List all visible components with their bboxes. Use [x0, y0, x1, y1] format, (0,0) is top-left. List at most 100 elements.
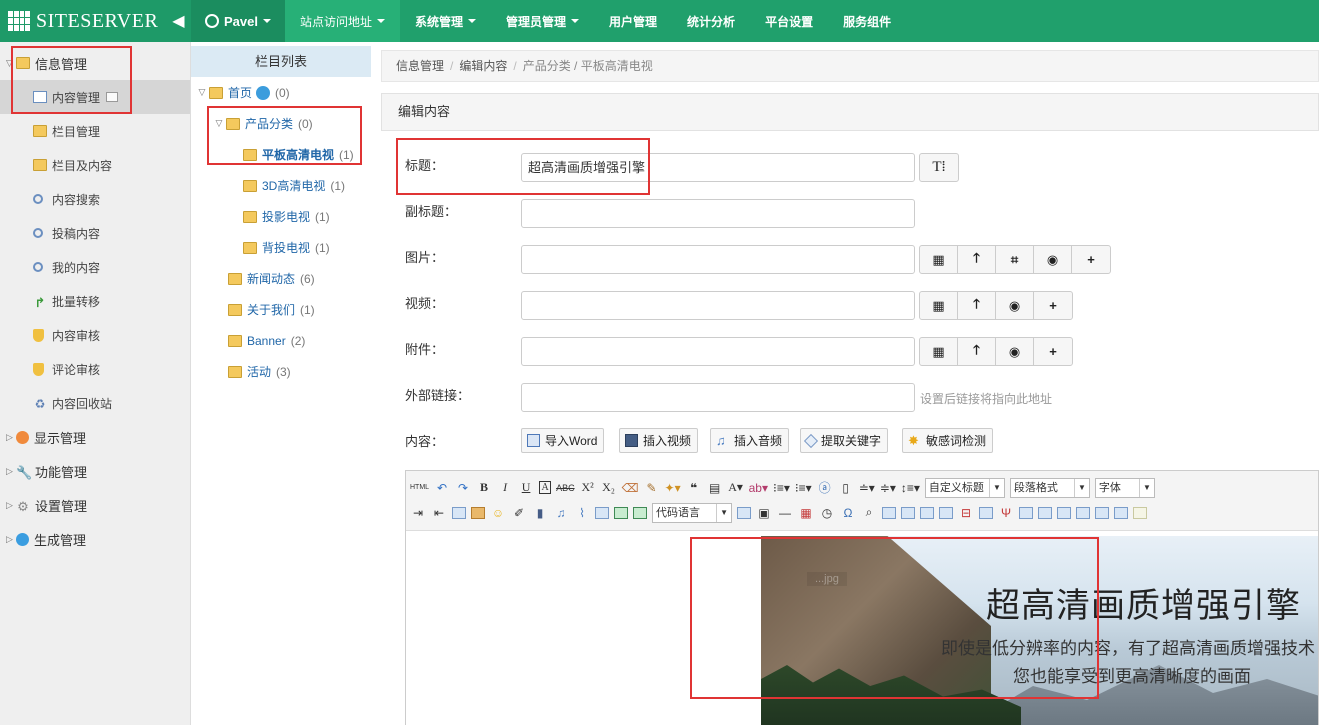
merge-down-icon[interactable] [1057, 506, 1071, 519]
blockquote-icon[interactable]: ❝ [686, 481, 702, 495]
eye-icon[interactable]: ◉ [1034, 246, 1072, 273]
logo[interactable]: SITESERVER ◀ [0, 0, 191, 42]
line-height-icon[interactable]: ↕≡▾ [901, 481, 920, 495]
nav-system[interactable]: 系统管理 [400, 0, 491, 42]
insert-audio-button[interactable]: ♫ 插入音频 [710, 428, 790, 453]
video-icon[interactable]: ▮ [532, 506, 548, 520]
chevron-down-icon[interactable]: ▽ [195, 87, 209, 98]
search-replace-icon[interactable]: ⌕ [861, 505, 877, 520]
attachment-input[interactable] [521, 337, 915, 366]
sidebar-group-function[interactable]: ▷ 🔧 功能管理 [0, 454, 190, 488]
nav-stats[interactable]: 统计分析 [672, 0, 750, 42]
delete-row-icon[interactable]: ⊟ [958, 506, 974, 520]
print-icon[interactable] [1133, 506, 1147, 519]
sidebar-item-recycle[interactable]: ♻ 内容回收站 [0, 386, 190, 420]
highlight-icon[interactable]: ab▾ [749, 481, 768, 495]
custom-title-select[interactable]: 自定义标题 ▼ [924, 477, 1005, 498]
chevron-down-icon[interactable]: ▽ [212, 118, 226, 129]
tree-node-banner[interactable]: Banner (2) [191, 325, 371, 356]
code-language-select[interactable]: 代码语言 ▼ [652, 502, 732, 523]
superscript-icon[interactable]: X² [580, 480, 596, 495]
plus-icon[interactable]: + [1034, 292, 1072, 319]
grid-icon[interactable]: ▦ [920, 246, 958, 273]
eye-icon[interactable]: ◉ [996, 292, 1034, 319]
nav-admins[interactable]: 管理员管理 [491, 0, 594, 42]
tree-node-3d-tv[interactable]: 3D高清电视 (1) [191, 170, 371, 201]
plus-icon[interactable]: + [1072, 246, 1110, 273]
undo-icon[interactable]: ↶ [434, 481, 450, 495]
upload-icon[interactable]: 🡑 [958, 338, 996, 365]
sidebar-group-settings[interactable]: ▷ ⚙ 设置管理 [0, 488, 190, 522]
split-cells-icon[interactable] [1076, 506, 1090, 519]
merge-right-icon[interactable] [1038, 506, 1052, 519]
breadcrumb-item[interactable]: 信息管理 [396, 59, 444, 73]
font-color-icon[interactable]: A▾ [728, 480, 744, 495]
frame-icon[interactable] [633, 506, 647, 519]
eye-icon[interactable]: ◉ [996, 338, 1034, 365]
upload-icon[interactable]: 🡑 [958, 246, 996, 273]
select-all-icon[interactable]: ⓐ [817, 479, 833, 496]
tree-node-projector[interactable]: 投影电视 (1) [191, 201, 371, 232]
paste-plain-icon[interactable]: ▤ [707, 481, 723, 495]
title-input[interactable]: 超高清画质增强引擎 [521, 153, 915, 182]
template-icon[interactable]: ▣ [756, 506, 772, 520]
tree-node-news[interactable]: 新闻动态 (6) [191, 263, 371, 294]
row-spacing-bottom-icon[interactable]: ≑▾ [880, 481, 896, 495]
video-input[interactable] [521, 291, 915, 320]
subtitle-input[interactable] [521, 199, 915, 228]
italic-icon[interactable]: I [497, 480, 513, 495]
link-input[interactable] [521, 383, 915, 412]
direction-ltr-icon[interactable]: ⇥ [410, 506, 426, 520]
delete-col-icon[interactable]: Ψ [998, 506, 1014, 520]
unordered-list-icon[interactable]: ⁝≡▾ [795, 481, 812, 495]
font-border-icon[interactable]: A [539, 481, 552, 494]
emotion-icon[interactable]: ☺ [490, 506, 506, 520]
clear-doc-icon[interactable]: ▯ [838, 481, 854, 495]
page-break-icon[interactable] [737, 506, 751, 519]
insert-table-icon[interactable] [882, 506, 896, 519]
music-icon[interactable]: ♫ [553, 506, 569, 520]
extract-keywords-button[interactable]: 提取关键字 [800, 428, 889, 453]
sidebar-item-columns[interactable]: 栏目管理 [0, 114, 190, 148]
gmap-icon[interactable] [614, 506, 628, 519]
sidebar-item-search[interactable]: 内容搜索 [0, 182, 190, 216]
direction-rtl-icon[interactable]: ⇤ [431, 506, 447, 520]
tree-node-home[interactable]: ▽ 首页 (0) [191, 77, 371, 108]
plus-icon[interactable]: + [1034, 338, 1072, 365]
nav-users[interactable]: 用户管理 [594, 0, 672, 42]
nav-site-url[interactable]: 站点访问地址 [284, 0, 400, 42]
insert-row-icon[interactable] [939, 506, 953, 519]
sidebar-item-comment-review[interactable]: 评论审核 [0, 352, 190, 386]
subscript-icon[interactable]: X₂ [601, 480, 617, 495]
sidebar-item-submissions[interactable]: 投稿内容 [0, 216, 190, 250]
row-spacing-top-icon[interactable]: ≐▾ [859, 481, 875, 495]
scrawl-icon[interactable]: ✐ [511, 506, 527, 520]
upload-icon[interactable]: 🡑 [958, 292, 996, 319]
map-icon[interactable] [595, 506, 609, 519]
image-input[interactable] [521, 245, 915, 274]
breadcrumb-item[interactable]: 编辑内容 [459, 59, 507, 73]
bold-icon[interactable]: B [476, 480, 492, 495]
multi-image-icon[interactable] [471, 506, 485, 519]
horizontal-rule-icon[interactable]: — [777, 506, 793, 520]
sidebar-item-batch-move[interactable]: ↱ 批量转移 [0, 284, 190, 318]
auto-format-icon[interactable]: ✦▾ [665, 481, 681, 495]
date-icon[interactable]: ▦ [798, 506, 814, 520]
insert-col-icon[interactable] [979, 506, 993, 519]
grid-icon[interactable]: ▦ [920, 292, 958, 319]
eraser-icon[interactable]: ⌫ [622, 481, 639, 495]
sidebar-group-info[interactable]: ▽ 信息管理 [0, 46, 190, 80]
font-family-select[interactable]: 字体 ▼ [1094, 477, 1155, 498]
image-icon[interactable] [452, 506, 466, 519]
format-brush-icon[interactable]: ✎ [644, 481, 660, 495]
ordered-list-icon[interactable]: ⁝≡▾ [773, 481, 790, 495]
sidebar-item-columns-content[interactable]: 栏目及内容 [0, 148, 190, 182]
import-word-button[interactable]: 导入Word [521, 428, 605, 453]
tree-node-events[interactable]: 活动 (3) [191, 356, 371, 387]
tree-node-rear-projection[interactable]: 背投电视 (1) [191, 232, 371, 263]
tree-node-products[interactable]: ▽ 产品分类 (0) [191, 108, 371, 139]
sidebar-item-my-content[interactable]: 我的内容 [0, 250, 190, 284]
collapse-arrow-icon[interactable]: ◀ [172, 11, 184, 31]
split-rows-icon[interactable] [1095, 506, 1109, 519]
nav-platform[interactable]: 平台设置 [750, 0, 828, 42]
